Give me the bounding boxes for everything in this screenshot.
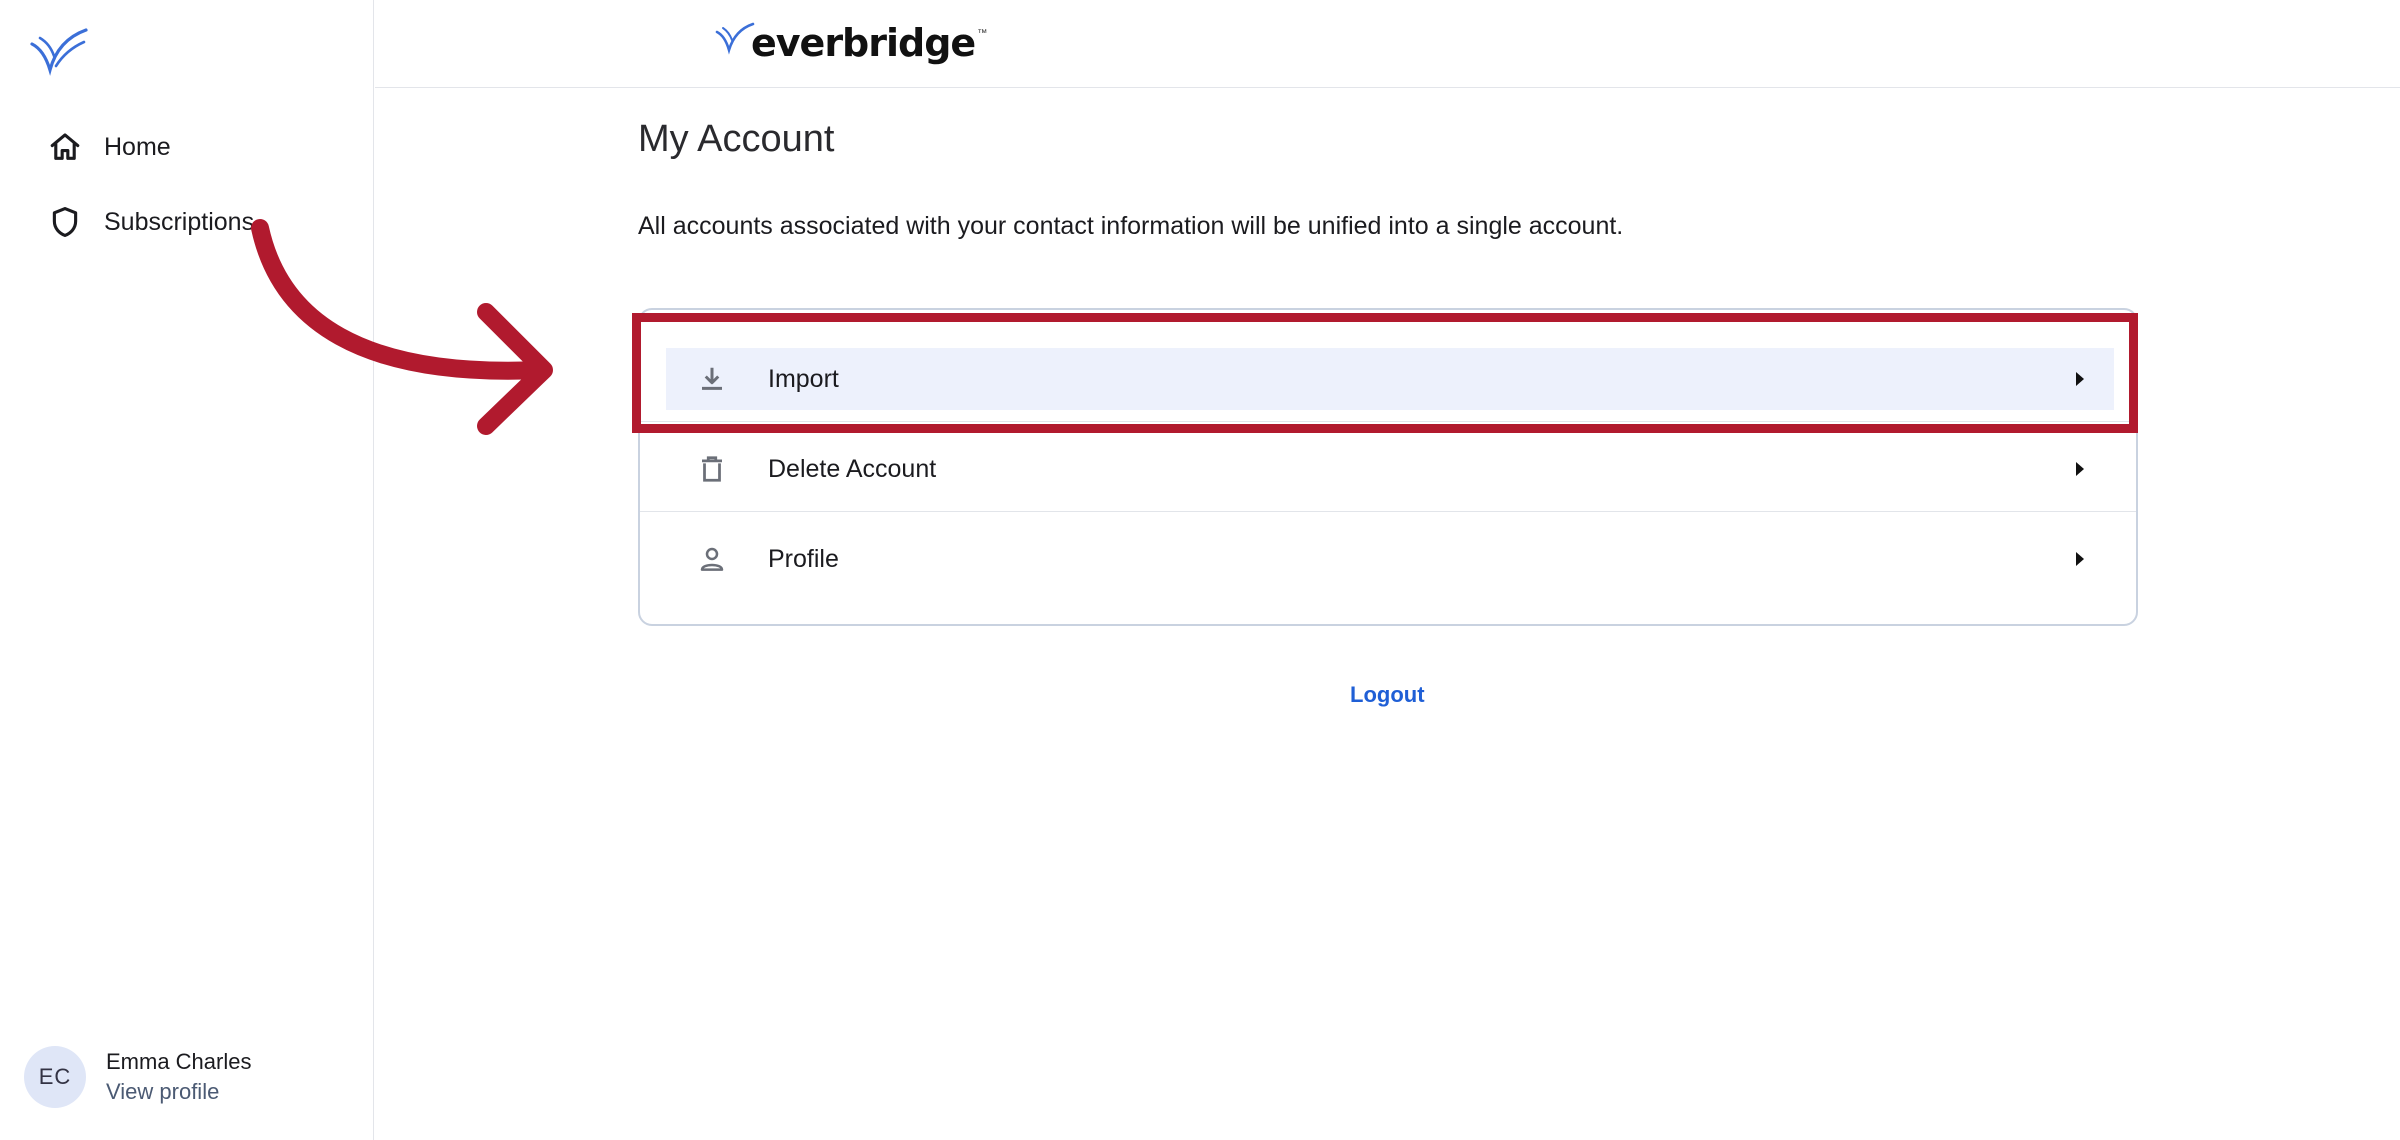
top-bar: everbridge ™ (375, 0, 2400, 88)
sidebar-item-label: Subscriptions (104, 207, 255, 236)
caret-right-icon (2070, 369, 2090, 389)
account-options-card: Import Delete Account Profile (638, 308, 2138, 626)
logout-link[interactable]: Logout (1350, 682, 1425, 708)
user-name: Emma Charles (106, 1049, 252, 1074)
user-profile-block[interactable]: EC Emma Charles View profile (24, 1046, 251, 1108)
sidebar-item-home[interactable]: Home (44, 123, 171, 171)
download-icon (694, 361, 730, 397)
sidebar-item-label: Home (104, 132, 171, 161)
shield-icon (44, 201, 86, 243)
caret-right-icon (2070, 549, 2090, 569)
page-description: All accounts associated with your contac… (638, 212, 1624, 240)
caret-right-icon (2070, 459, 2090, 479)
delete-account-option[interactable]: Delete Account (666, 438, 2114, 500)
divider (640, 421, 2136, 422)
trash-icon (694, 451, 730, 487)
sidebar: Home Subscriptions EC Emma Charles View … (0, 0, 374, 1140)
avatar[interactable]: EC (24, 1046, 86, 1108)
user-text: Emma Charles View profile (106, 1047, 251, 1107)
brand-check-mark-icon (715, 22, 755, 56)
brand-wordmark: everbridge (751, 21, 976, 65)
brand-logo[interactable]: everbridge ™ (715, 18, 987, 68)
profile-option[interactable]: Profile (666, 528, 2114, 590)
brand-trademark: ™ (977, 28, 988, 39)
home-icon (44, 126, 86, 168)
page-title: My Account (638, 118, 835, 160)
person-icon (694, 541, 730, 577)
sidebar-item-subscriptions[interactable]: Subscriptions (44, 198, 254, 246)
option-label: Delete Account (768, 454, 937, 483)
everbridge-check-mark-icon[interactable] (28, 26, 90, 78)
option-label: Profile (768, 544, 839, 573)
divider (640, 511, 2136, 512)
import-option[interactable]: Import (666, 348, 2114, 410)
option-label: Import (768, 364, 839, 393)
view-profile-link[interactable]: View profile (106, 1077, 251, 1107)
